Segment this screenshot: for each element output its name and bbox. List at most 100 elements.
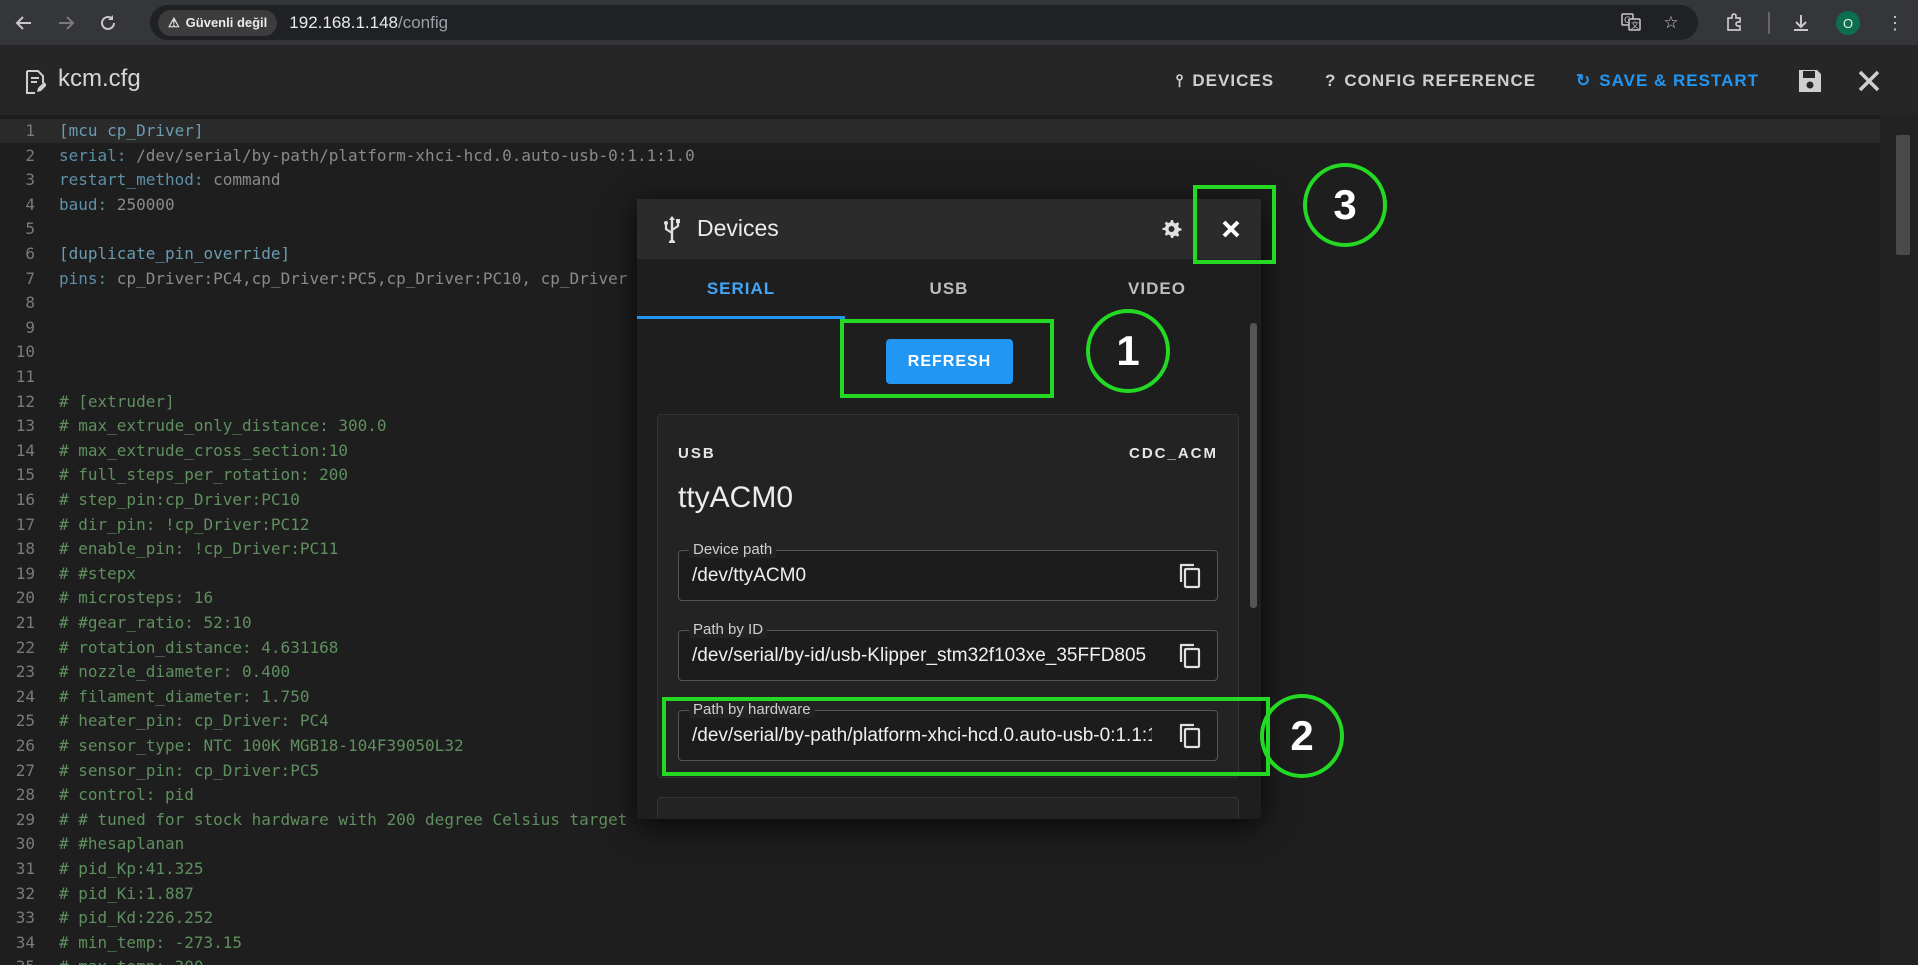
bookmark-star-icon[interactable]: ☆: [1660, 12, 1682, 34]
path-by-id-input[interactable]: [692, 631, 1152, 680]
line-number: 26: [15, 736, 35, 755]
device-driver: CDC_ACM: [1129, 445, 1218, 462]
save-restart-button[interactable]: ↻ SAVE & RESTART: [1576, 71, 1759, 91]
code-text: # # tuned for stock hardware with 200 de…: [59, 809, 628, 829]
file-name: kcm.cfg: [58, 65, 141, 92]
line-number: 18: [15, 539, 35, 559]
menu-dots-icon[interactable]: ⋮: [1886, 6, 1904, 40]
download-icon[interactable]: [1790, 6, 1812, 40]
code-line[interactable]: 34 # min_temp: -273.15: [0, 931, 1880, 955]
code-text: # full_steps_per_rotation: 200: [59, 465, 348, 485]
annotation-box-close: [1193, 185, 1276, 264]
line-number: 15: [15, 465, 35, 485]
code-line[interactable]: 32 # pid_Ki:1.887: [0, 882, 1880, 906]
code-text: # sensor_type: NTC 100K MGB18-104F39050L…: [59, 736, 464, 755]
line-number: 10: [15, 342, 35, 362]
tab-video[interactable]: VIDEO: [1053, 259, 1261, 319]
line-number: 4: [25, 194, 35, 214]
line-number: 30: [15, 834, 35, 854]
warning-icon: ⚠: [168, 14, 180, 30]
line-number: 7: [25, 268, 35, 288]
code-line[interactable]: 31 # pid_Kp:41.325: [0, 857, 1880, 881]
line-number: 16: [15, 490, 35, 509]
code-line[interactable]: 3 restart_method: command: [0, 168, 1880, 192]
close-editor-icon[interactable]: [1855, 67, 1883, 95]
device-name: ttyACM0: [678, 481, 794, 514]
restart-icon: ↻: [1576, 71, 1592, 90]
editor-scroll-thumb[interactable]: [1896, 135, 1910, 255]
tab-usb[interactable]: USB: [845, 259, 1053, 319]
code-text: # max_extrude_cross_section:10: [59, 440, 348, 460]
code-text: # heater_pin: cp_Driver: PC4: [59, 711, 329, 731]
code-text: # nozzle_diameter: 0.400: [59, 662, 291, 682]
translate-icon[interactable]: G文: [1620, 12, 1642, 34]
next-device-card: [657, 797, 1239, 819]
code-line[interactable]: 1 [mcu cp_Driver]: [0, 119, 1880, 143]
line-number: 3: [25, 170, 35, 190]
extensions-icon[interactable]: [1724, 6, 1746, 40]
code-line[interactable]: 30 # #hesaplanan: [0, 832, 1880, 856]
config-reference-label: CONFIG REFERENCE: [1344, 71, 1537, 90]
code-text: # min_temp: -273.15: [59, 932, 243, 952]
save-icon[interactable]: [1796, 67, 1824, 95]
url-path: /config: [398, 12, 449, 32]
code-key: serial:: [59, 145, 127, 165]
code-text: # control: pid: [59, 785, 194, 805]
line-number: 27: [15, 760, 35, 780]
address-bar[interactable]: ⚠ Güvenli değil 192.168.1.148/config G文 …: [150, 5, 1698, 40]
line-number: 25: [15, 711, 35, 731]
config-reference-button[interactable]: ? CONFIG REFERENCE: [1325, 71, 1536, 91]
copy-icon[interactable]: [1177, 642, 1203, 670]
annotation-marker-1: 1: [1086, 309, 1170, 393]
device-path-input[interactable]: [692, 551, 1152, 600]
code-text: # [extruder]: [59, 391, 175, 411]
code-text: # #gear_ratio: 52:10: [59, 613, 252, 632]
editor-toolbar: kcm.cfg ⫯ DEVICES ? CONFIG REFERENCE ↻ S…: [0, 45, 1918, 115]
dialog-scroll-thumb[interactable]: [1250, 323, 1257, 608]
editor-scrollbar[interactable]: [1880, 115, 1918, 965]
code-text: # pid_Kd:226.252: [59, 908, 214, 928]
usb-icon: [664, 216, 680, 243]
code-text: # #hesaplanan: [59, 834, 185, 854]
annotation-marker-3: 3: [1303, 163, 1387, 247]
line-number: 31: [15, 859, 35, 878]
code-text: # #stepx: [59, 563, 137, 583]
tab-serial[interactable]: SERIAL: [637, 259, 845, 319]
code-text: # enable_pin: !cp_Driver:PC11: [59, 539, 339, 559]
line-number: 12: [15, 391, 35, 411]
code-key: baud:: [59, 194, 108, 214]
dialog-title: Devices: [697, 215, 779, 241]
code-text: # pid_Ki:1.887: [59, 883, 194, 903]
code-line[interactable]: 35 # max_temp: 300: [0, 955, 1880, 965]
save-restart-label: SAVE & RESTART: [1599, 71, 1760, 90]
code-text: # step_pin:cp_Driver:PC10: [59, 490, 300, 509]
code-text: pins: cp_Driver:PC4,cp_Driver:PC5,cp_Dri…: [59, 267, 627, 291]
line-number: 6: [25, 244, 35, 263]
avatar: O: [1836, 11, 1860, 35]
line-number: 5: [25, 219, 35, 239]
copy-icon[interactable]: [1177, 562, 1203, 590]
code-text: # dir_pin: !cp_Driver:PC12: [59, 514, 310, 534]
code-text: # sensor_pin: cp_Driver:PC5: [59, 760, 320, 780]
profile-avatar[interactable]: O: [1836, 6, 1860, 40]
gear-icon[interactable]: [1159, 217, 1183, 241]
back-arrow-icon[interactable]: [6, 5, 42, 41]
devices-button[interactable]: ⫯ DEVICES: [1176, 71, 1274, 91]
code-text: # pid_Kp:41.325: [59, 859, 204, 878]
forward-arrow-icon[interactable]: [48, 5, 84, 41]
url-host: 192.168.1.148: [289, 12, 398, 32]
code-text: restart_method: command: [59, 168, 281, 192]
security-label: Güvenli değil: [185, 15, 268, 30]
security-chip[interactable]: ⚠ Güvenli değil: [158, 9, 278, 36]
devices-label: DEVICES: [1192, 71, 1275, 90]
reload-icon[interactable]: [90, 5, 126, 41]
code-value: 250000: [107, 194, 175, 214]
line-number: 29: [15, 809, 35, 829]
url-text[interactable]: 192.168.1.148/config: [289, 13, 448, 33]
path-by-id-field: Path by ID: [678, 621, 1218, 681]
line-number: 28: [15, 785, 35, 805]
code-line[interactable]: 33 # pid_Kd:226.252: [0, 906, 1880, 930]
code-line[interactable]: 2 serial: /dev/serial/by-path/platform-xh…: [0, 144, 1880, 168]
line-number: 19: [15, 563, 35, 583]
device-tabs: SERIAL USB VIDEO: [637, 259, 1261, 319]
